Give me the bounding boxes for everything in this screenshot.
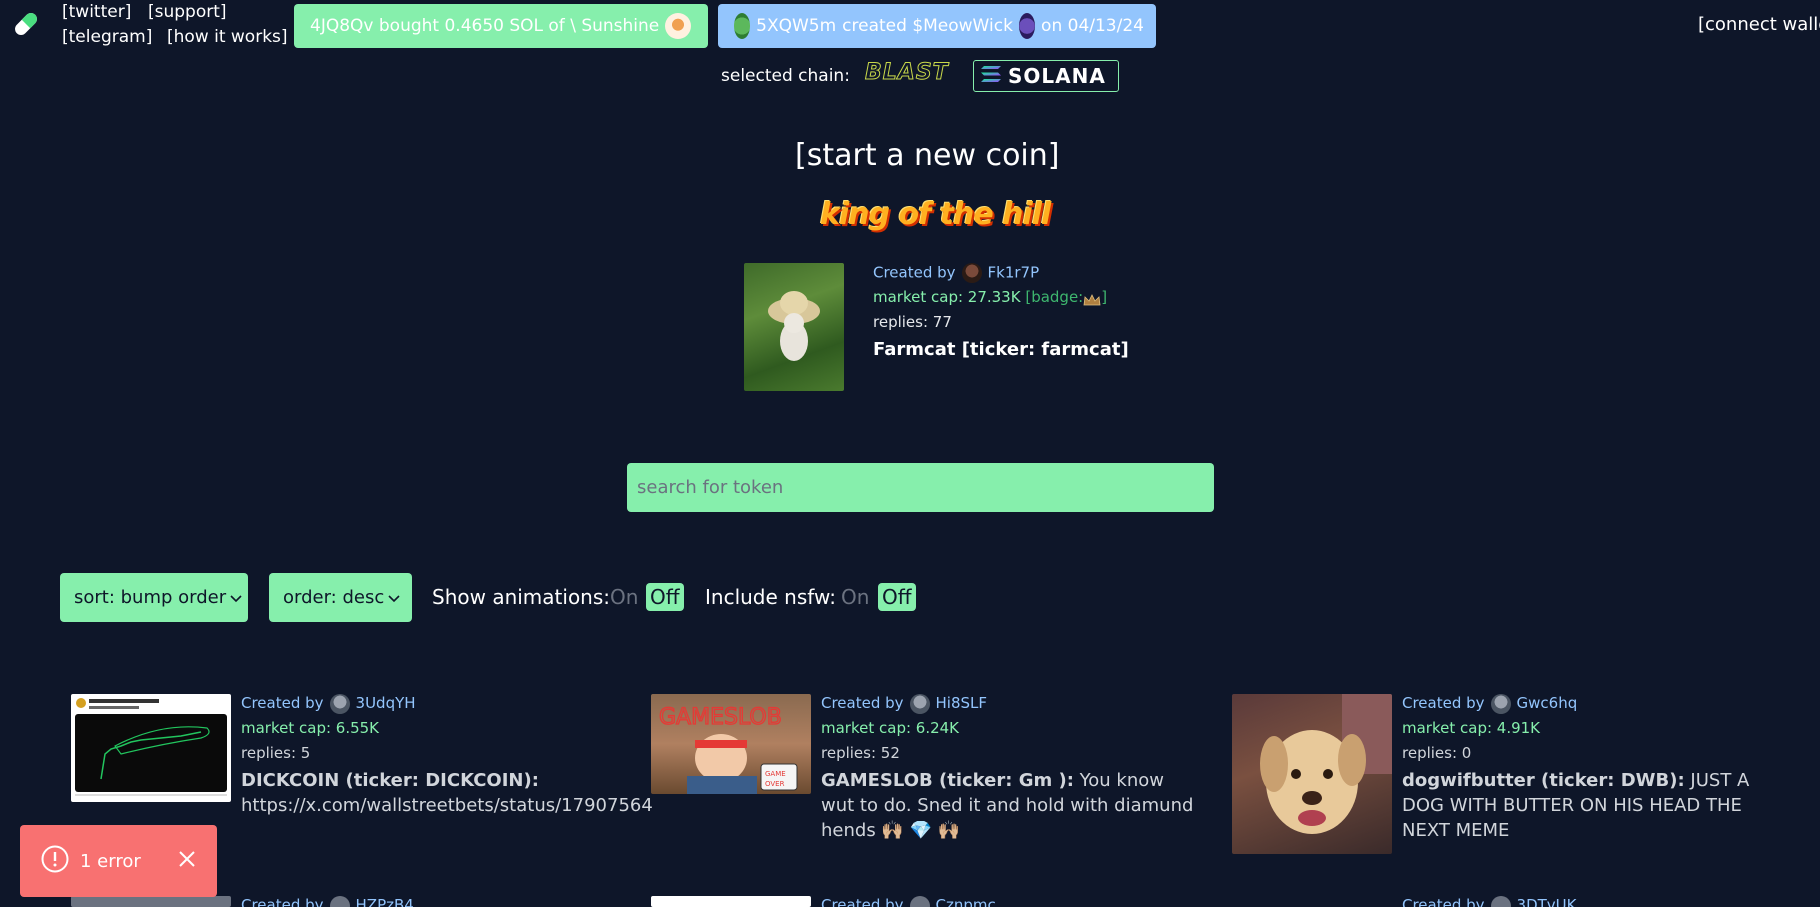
- error-toast[interactable]: 1 error: [20, 825, 217, 897]
- pill-logo-icon[interactable]: [10, 8, 42, 40]
- created-by-label: Created by: [241, 896, 324, 907]
- crown-badge-icon: [1083, 292, 1101, 305]
- ticker-buy-text: 4JQ8Qv bought 0.4650 SOL of \ Sunshine: [310, 16, 660, 36]
- ticker-create-date: on 04/13/24: [1041, 16, 1144, 36]
- coin-image[interactable]: [1232, 694, 1392, 854]
- badge-label: [badge:: [1025, 288, 1084, 306]
- include-nsfw-label: Include nsfw:: [705, 585, 836, 609]
- coin-title: DICKCOIN (ticker: DICKCOIN):: [241, 770, 539, 791]
- coin-description-text: https://x.com/wallstreetbets/status/1790…: [241, 795, 653, 816]
- creator-link[interactable]: 3DTvUK: [1517, 896, 1577, 907]
- chain-option-blast[interactable]: BLAST: [865, 60, 949, 86]
- koth-created-by: Created by Fk1r7P: [873, 263, 1039, 283]
- sort-select[interactable]: sort: bump order: [60, 573, 248, 622]
- coin-title: dogwifbutter (ticker: DWB):: [1402, 770, 1685, 791]
- latest-trade-ticker[interactable]: 4JQ8Qv bought 0.4650 SOL of \ Sunshine: [294, 4, 708, 48]
- twitter-link[interactable]: [twitter]: [62, 2, 131, 22]
- nsfw-on-toggle[interactable]: On: [841, 585, 869, 609]
- search-input[interactable]: [627, 463, 1214, 512]
- coin-market-cap: market cap: 4.91K: [1402, 719, 1541, 737]
- coin-created-by: Created by 3UdqYH: [241, 691, 416, 716]
- token-avatar-icon: [665, 13, 692, 39]
- coin-description[interactable]: dogwifbutter (ticker: DWB): JUST A DOG W…: [1402, 768, 1772, 843]
- solana-label: SOLANA: [1008, 64, 1106, 88]
- chevron-down-icon: [230, 587, 242, 608]
- coin-image[interactable]: [651, 896, 811, 907]
- creator-avatar-icon: [909, 693, 930, 714]
- svg-text:GAMESLOB: GAMESLOB: [659, 705, 782, 730]
- king-of-the-hill-image[interactable]: [744, 263, 844, 391]
- latest-create-ticker[interactable]: 5XQW5m created $MeowWick on 04/13/24: [718, 4, 1156, 48]
- coin-market-cap: market cap: 6.55K: [241, 719, 380, 737]
- created-by-label: Created by: [821, 694, 904, 712]
- coin-image[interactable]: GAMESLOB GAME OVER: [651, 694, 811, 794]
- market-cap: market cap: 27.33K: [873, 288, 1021, 306]
- coin-replies: replies: 0: [1402, 744, 1472, 762]
- created-by-label: Created by: [821, 896, 904, 907]
- coin-replies: replies: 5: [241, 744, 311, 762]
- show-animations-label: Show animations:: [432, 585, 611, 609]
- coin-created-by: Created by Cznpmc: [821, 893, 996, 907]
- token-avatar-icon: [1018, 13, 1036, 39]
- order-select[interactable]: order: desc: [269, 573, 412, 622]
- coin-description[interactable]: DICKCOIN (ticker: DICKCOIN): https://x.c…: [241, 768, 653, 818]
- user-avatar-icon: [734, 13, 751, 39]
- creator-link[interactable]: 3UdqYH: [356, 694, 416, 712]
- coin-created-by: Created by Gwc6hq: [1402, 691, 1577, 716]
- creator-avatar-icon: [329, 693, 350, 714]
- creator-avatar-icon: [1490, 693, 1511, 714]
- creator-link[interactable]: HZPzB4: [356, 896, 414, 907]
- coin-created-by: Created by HZPzB4: [241, 893, 414, 907]
- how-it-works-link[interactable]: [how it works]: [167, 27, 288, 47]
- koth-market-cap-row: market cap: 27.33K [badge:]: [873, 288, 1107, 306]
- created-by-label: Created by: [1402, 694, 1485, 712]
- animations-on-toggle[interactable]: On: [610, 585, 638, 609]
- start-new-coin-link[interactable]: [start a new coin]: [795, 138, 1059, 173]
- alert-circle-icon: [40, 844, 70, 879]
- created-by-label: Created by: [873, 263, 956, 282]
- animations-off-toggle[interactable]: Off: [646, 583, 684, 611]
- koth-replies: replies: 77: [873, 313, 952, 331]
- creator-avatar-icon: [909, 895, 930, 907]
- koth-coin-name[interactable]: Farmcat [ticker: farmcat]: [873, 339, 1129, 360]
- solana-logo-icon: [980, 64, 1002, 88]
- creator-link[interactable]: Gwc6hq: [1517, 694, 1578, 712]
- coin-image[interactable]: [71, 694, 231, 802]
- chain-option-solana[interactable]: SOLANA: [973, 60, 1119, 92]
- chevron-down-icon: [388, 587, 400, 608]
- creator-avatar-icon: [961, 263, 982, 283]
- badge-label-end: ]: [1101, 288, 1108, 306]
- coin-created-by: Created by Hi8SLF: [821, 691, 987, 716]
- ticker-create-user: 5XQW5m: [756, 16, 837, 36]
- svg-text:OVER: OVER: [765, 780, 785, 788]
- coin-title: GAMESLOB (ticker: Gm ):: [821, 770, 1074, 791]
- coin-replies: replies: 52: [821, 744, 900, 762]
- telegram-link[interactable]: [telegram]: [62, 27, 152, 47]
- coin-image[interactable]: [71, 896, 231, 907]
- creator-link[interactable]: Hi8SLF: [936, 694, 988, 712]
- error-count-text: 1 error: [80, 850, 141, 872]
- svg-text:GAME: GAME: [765, 770, 786, 778]
- king-of-the-hill-banner: king of the hill: [820, 197, 1051, 232]
- sort-select-label: sort: bump order: [74, 587, 227, 608]
- creator-link[interactable]: Fk1r7P: [988, 264, 1040, 282]
- created-by-label: Created by: [241, 694, 324, 712]
- creator-avatar-icon: [1490, 895, 1511, 907]
- creator-avatar-icon: [329, 895, 350, 907]
- coin-created-by: Created by 3DTvUK: [1402, 893, 1576, 907]
- chain-label: selected chain:: [721, 66, 850, 86]
- nsfw-off-toggle[interactable]: Off: [878, 583, 916, 611]
- order-select-label: order: desc: [283, 587, 385, 608]
- close-icon[interactable]: [177, 849, 197, 874]
- created-by-label: Created by: [1402, 896, 1485, 907]
- coin-market-cap: market cap: 6.24K: [821, 719, 960, 737]
- coin-description[interactable]: GAMESLOB (ticker: Gm ): You know wut to …: [821, 768, 1201, 843]
- support-link[interactable]: [support]: [148, 2, 227, 22]
- creator-link[interactable]: Cznpmc: [936, 896, 996, 907]
- ticker-create-text: created $MeowWick: [842, 16, 1013, 36]
- connect-wallet-button[interactable]: [connect wallet]: [1698, 14, 1820, 35]
